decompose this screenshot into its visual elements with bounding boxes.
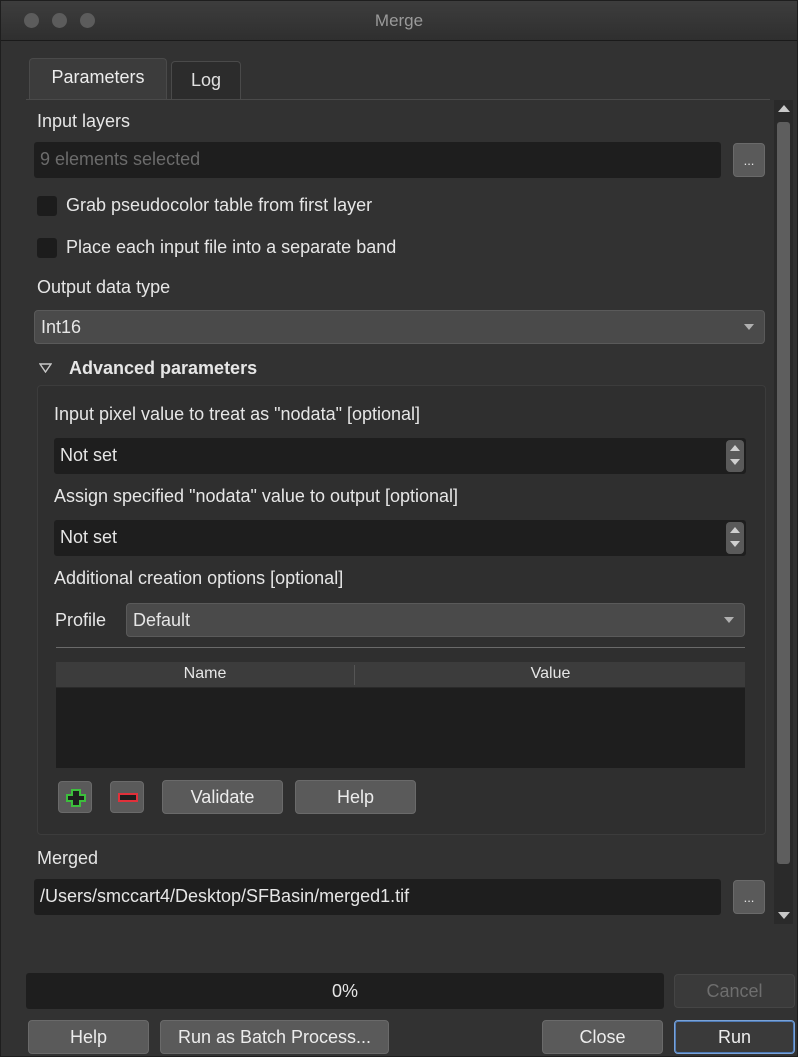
advanced-parameters-header[interactable]: Advanced parameters bbox=[69, 358, 257, 379]
spin-down-icon[interactable] bbox=[730, 459, 740, 465]
divider bbox=[56, 647, 745, 648]
profile-select[interactable]: Default bbox=[126, 603, 745, 637]
run-button[interactable]: Run bbox=[674, 1020, 795, 1054]
close-button[interactable]: Close bbox=[542, 1020, 663, 1054]
chevron-down-icon bbox=[744, 324, 754, 330]
progress-text: 0% bbox=[331, 981, 358, 1001]
tab-parameters[interactable]: Parameters bbox=[29, 58, 167, 100]
add-row-button[interactable] bbox=[58, 781, 92, 813]
nodata-output-field[interactable]: Not set bbox=[54, 520, 746, 556]
merged-output-field[interactable]: /Users/smccart4/Desktop/SFBasin/merged1.… bbox=[34, 879, 721, 915]
run-batch-button[interactable]: Run as Batch Process... bbox=[160, 1020, 389, 1054]
spin-up-icon[interactable] bbox=[730, 445, 740, 451]
input-layers-label: Input layers bbox=[37, 111, 131, 131]
input-layers-field[interactable]: 9 elements selected bbox=[34, 142, 721, 178]
plus-icon bbox=[66, 789, 86, 807]
creation-options-table[interactable]: Name Value bbox=[56, 662, 745, 768]
advanced-help-button[interactable]: Help bbox=[295, 780, 416, 814]
creation-options-label: Additional creation options [optional] bbox=[54, 568, 344, 588]
remove-row-button[interactable] bbox=[110, 781, 144, 813]
merge-dialog: Merge Parameters Log Input layers 9 elem… bbox=[0, 0, 798, 1057]
nodata-input-spinner[interactable] bbox=[726, 440, 744, 472]
output-data-type-label: Output data type bbox=[37, 277, 171, 297]
window-title: Merge bbox=[374, 11, 424, 30]
scrollbar-thumb[interactable] bbox=[777, 122, 790, 864]
scroll-up-icon[interactable] bbox=[778, 105, 790, 112]
merged-label: Merged bbox=[37, 848, 99, 868]
tab-log[interactable]: Log bbox=[171, 61, 241, 99]
nodata-input-label: Input pixel value to treat as "nodata" [… bbox=[54, 404, 421, 424]
profile-value: Default bbox=[133, 610, 191, 630]
merged-browse-button[interactable]: ... bbox=[733, 880, 765, 914]
output-data-type-select[interactable]: Int16 bbox=[34, 310, 765, 344]
scroll-down-icon[interactable] bbox=[778, 912, 790, 919]
spin-up-icon[interactable] bbox=[730, 527, 740, 533]
nodata-output-label: Assign specified "nodata" value to outpu… bbox=[54, 486, 459, 506]
grab-pseudocolor-checkbox[interactable] bbox=[37, 196, 57, 216]
nodata-output-spinner[interactable] bbox=[726, 522, 744, 554]
panel-scrollbar[interactable] bbox=[774, 100, 793, 924]
title-bar[interactable]: Merge bbox=[1, 1, 797, 41]
cancel-button[interactable]: Cancel bbox=[674, 974, 795, 1008]
progress-bar: 0% bbox=[26, 973, 664, 1009]
profile-label: Profile bbox=[55, 610, 107, 630]
separate-band-label: Place each input file into a separate ba… bbox=[66, 237, 397, 257]
grab-pseudocolor-label: Grab pseudocolor table from first layer bbox=[66, 195, 373, 215]
chevron-down-icon bbox=[724, 617, 734, 623]
nodata-input-field[interactable]: Not set bbox=[54, 438, 746, 474]
spin-down-icon[interactable] bbox=[730, 541, 740, 547]
help-button[interactable]: Help bbox=[28, 1020, 149, 1054]
minus-icon bbox=[118, 793, 138, 802]
column-header-value[interactable]: Value bbox=[356, 665, 745, 683]
input-layers-browse-button[interactable]: ... bbox=[733, 143, 765, 177]
output-data-type-value: Int16 bbox=[41, 317, 82, 337]
collapse-triangle-icon[interactable] bbox=[39, 363, 52, 373]
separate-band-checkbox[interactable] bbox=[37, 238, 57, 258]
column-header-name[interactable]: Name bbox=[56, 665, 355, 685]
validate-button[interactable]: Validate bbox=[162, 780, 283, 814]
table-header: Name Value bbox=[56, 662, 745, 688]
